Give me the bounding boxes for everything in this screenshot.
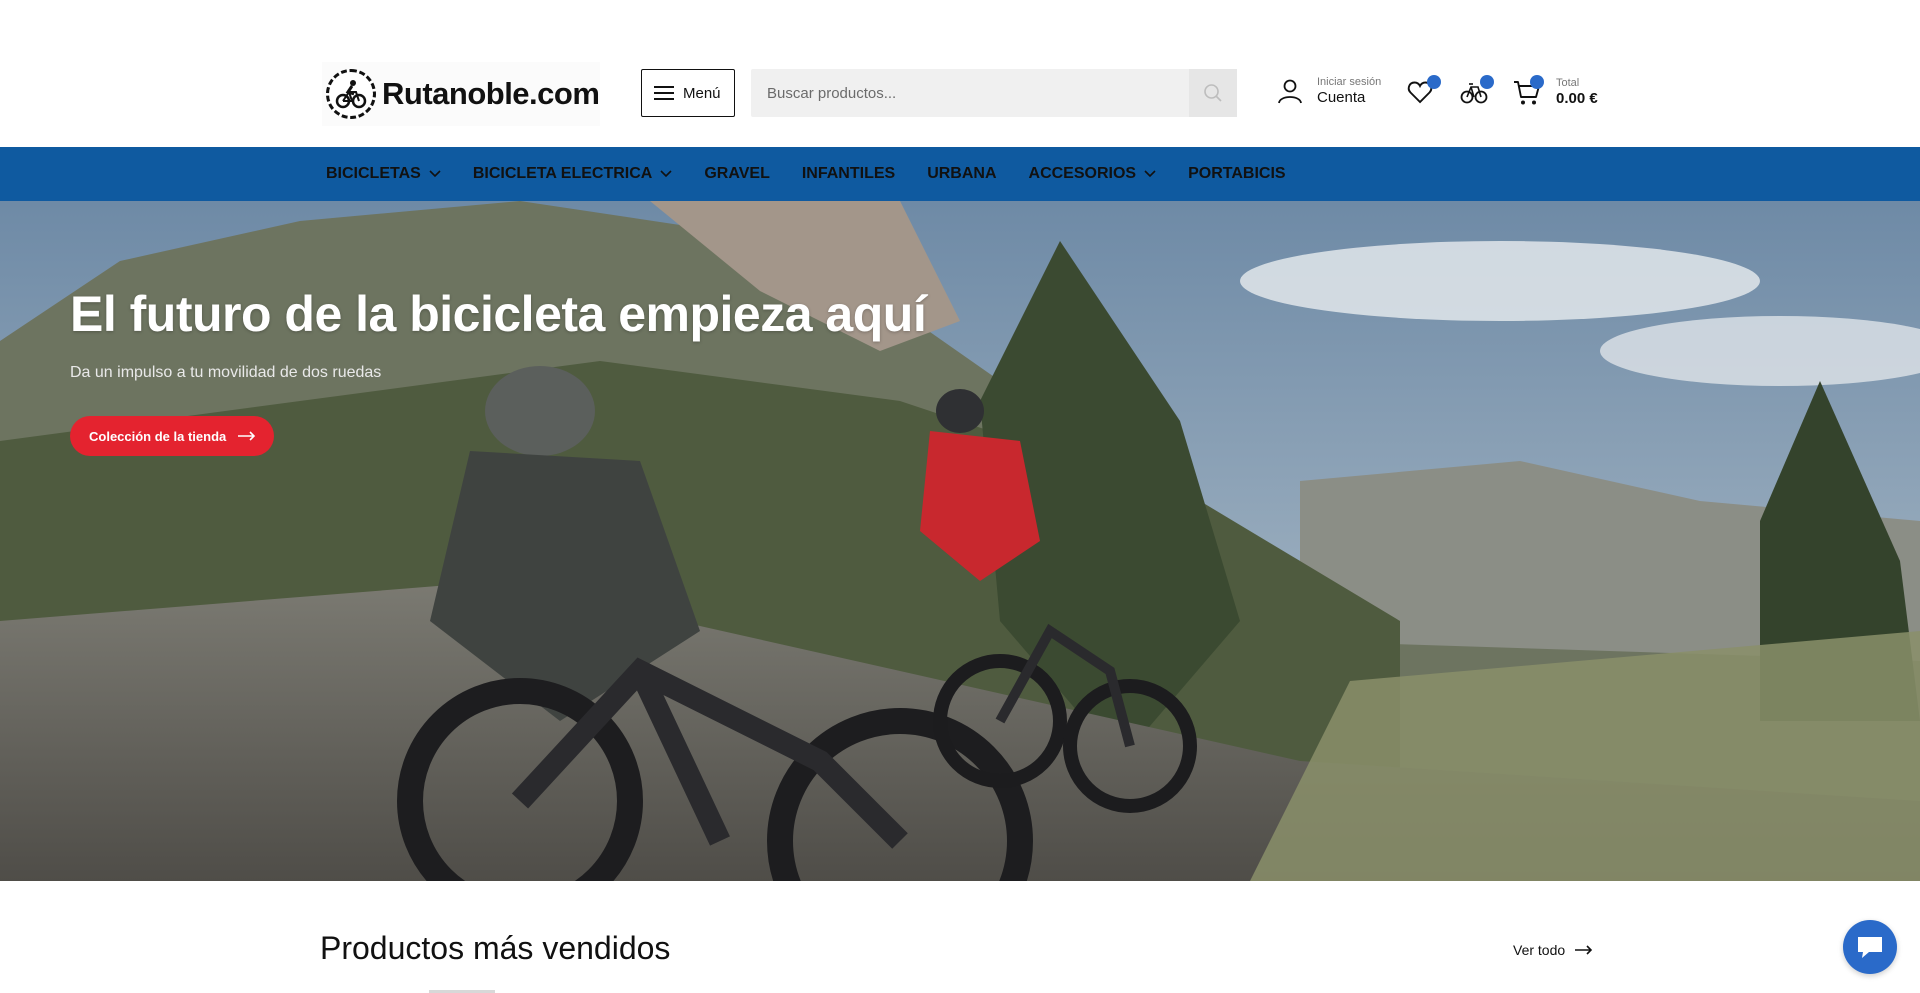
cart-total-value: 0.00 € bbox=[1556, 89, 1598, 107]
nav-item-bicicletas[interactable]: BICICLETAS bbox=[326, 165, 441, 183]
hamburger-icon bbox=[654, 86, 674, 100]
nav-item-urbana[interactable]: URBANA bbox=[927, 165, 996, 183]
user-icon bbox=[1278, 79, 1302, 104]
search-bar bbox=[751, 69, 1237, 117]
nav-item-gravel[interactable]: GRAVEL bbox=[704, 165, 769, 183]
hero-banner: El futuro de la bicicleta empieza aquí D… bbox=[0, 201, 1920, 881]
shop-collection-button[interactable]: Colección de la tienda bbox=[70, 416, 275, 456]
wishlist-button[interactable] bbox=[1407, 75, 1441, 107]
view-all-link[interactable]: Ver todo bbox=[1513, 942, 1593, 958]
account-login-label: Iniciar sesión bbox=[1317, 76, 1382, 88]
cart-total-label: Total bbox=[1556, 77, 1580, 89]
nav-item-portabicis[interactable]: PORTABICIS bbox=[1188, 165, 1285, 183]
chat-button[interactable] bbox=[1843, 920, 1897, 974]
cyclist-logo-icon bbox=[326, 69, 376, 119]
bestsellers-title: Productos más vendidos bbox=[320, 930, 671, 966]
nav-item-infantiles[interactable]: INFANTILES bbox=[802, 165, 895, 183]
main-nav: BICICLETAS BICICLETA ELECTRICA GRAVEL IN… bbox=[0, 147, 1920, 201]
nav-item-bicicleta-electrica[interactable]: BICICLETA ELECTRICA bbox=[473, 165, 673, 183]
chat-icon bbox=[1858, 937, 1882, 958]
site-logo[interactable]: Rutanoble.com bbox=[322, 62, 600, 126]
chevron-down-icon bbox=[429, 170, 441, 178]
logo-text: Rutanoble.com bbox=[382, 76, 600, 111]
cart-badge bbox=[1530, 75, 1544, 89]
nav-item-label: BICICLETAS bbox=[326, 165, 421, 182]
menu-button[interactable]: Menú bbox=[641, 69, 735, 117]
cart-total[interactable]: Total 0.00 € bbox=[1556, 77, 1598, 107]
nav-item-label: PORTABICIS bbox=[1188, 165, 1286, 182]
hero-subtitle: Da un impulso a tu movilidad de dos rued… bbox=[70, 364, 382, 381]
menu-button-label: Menú bbox=[683, 84, 721, 102]
account-link[interactable]: Iniciar sesión Cuenta bbox=[1277, 76, 1381, 106]
compare-badge bbox=[1480, 75, 1494, 89]
wishlist-badge bbox=[1427, 75, 1441, 89]
compare-button[interactable] bbox=[1460, 75, 1494, 107]
search-icon bbox=[1204, 84, 1222, 102]
account-label: Cuenta bbox=[1317, 88, 1366, 106]
nav-item-label: URBANA bbox=[927, 165, 997, 182]
nav-item-label: GRAVEL bbox=[704, 165, 770, 182]
arrow-right-icon bbox=[238, 431, 256, 441]
view-all-label: Ver todo bbox=[1513, 942, 1566, 958]
cart-button[interactable] bbox=[1513, 75, 1544, 107]
chevron-down-icon bbox=[660, 170, 672, 178]
nav-item-label: ACCESORIOS bbox=[1028, 165, 1137, 182]
chevron-down-icon bbox=[1144, 170, 1156, 178]
shop-collection-label: Colección de la tienda bbox=[89, 428, 227, 444]
search-button[interactable] bbox=[1189, 69, 1237, 117]
nav-item-label: INFANTILES bbox=[801, 165, 896, 182]
hero-title: El futuro de la bicicleta empieza aquí bbox=[70, 286, 927, 342]
nav-item-accesorios[interactable]: ACCESORIOS bbox=[1029, 165, 1157, 183]
search-input[interactable] bbox=[751, 69, 1189, 117]
arrow-right-icon bbox=[1575, 945, 1593, 955]
nav-item-label: BICICLETA ELECTRICA bbox=[472, 165, 653, 182]
site-header: Rutanoble.com Menú Iniciar sesión Cuenta bbox=[0, 0, 1920, 147]
